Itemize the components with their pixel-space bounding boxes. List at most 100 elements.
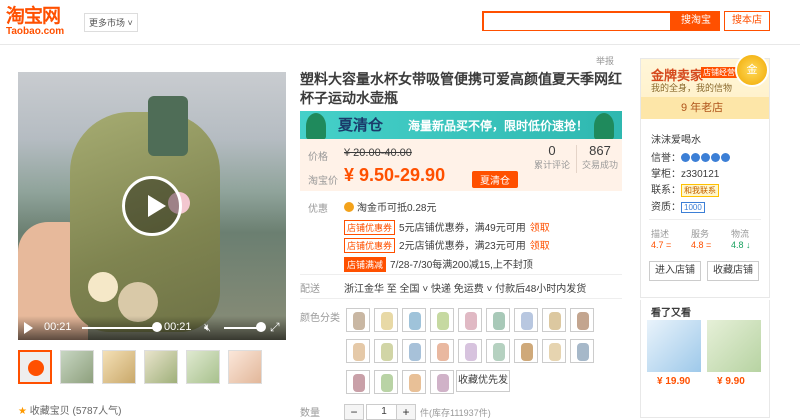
color-swatch[interactable] [374,370,398,394]
favorite-priority-ship-button[interactable]: 收藏优先发货 [456,370,510,392]
product-video[interactable]: 00:21 00:21 🔇︎ ⤢ [18,72,286,340]
score-logistics: 物流 4.8 ↓ [731,227,751,250]
thumbnail[interactable] [144,350,178,384]
review-count-label: 累计评论 [534,160,571,170]
color-swatch[interactable] [374,308,398,332]
more-markets-dropdown[interactable]: 更多市场 ˅ [84,13,138,32]
video-duration: 00:21 [164,321,192,333]
shop-name[interactable]: 沫沫爱喝水 [651,131,701,146]
fullscreen-icon[interactable]: ⤢ [270,320,280,335]
color-swatch[interactable] [486,339,510,363]
promo-label: 优惠 [308,204,328,215]
color-swatch[interactable] [430,370,454,394]
thumbnail[interactable] [186,350,220,384]
taobao-logo[interactable]: 淘宝网 Taobao.com [6,6,68,38]
original-price: ¥ 20.00-40.00 [344,147,412,159]
thumbnail[interactable] [102,350,136,384]
color-swatch[interactable] [542,339,566,363]
color-swatch[interactable] [402,370,426,394]
review-count[interactable]: 0 累计评论 [534,143,570,171]
swatch-image [409,312,421,330]
volume-bar[interactable] [224,327,260,329]
thumbnail[interactable] [228,350,262,384]
thumbnail[interactable] [60,350,94,384]
recommend-image[interactable] [707,320,761,372]
color-swatch[interactable] [430,339,454,363]
color-swatch[interactable] [402,339,426,363]
coupon-text: 5元店铺优惠券，满49元可用 [399,223,526,234]
price-box: 价格 ¥ 20.00-40.00 淘宝价 ¥ 9.50-29.90 夏清仓 0 累… [300,139,622,191]
color-swatch[interactable] [346,370,370,394]
quantity-label: 数量 [300,408,320,419]
thumbnail[interactable] [18,350,52,384]
color-swatch[interactable] [486,308,510,332]
favorite-store-button[interactable]: 收藏店铺 [707,261,759,281]
credit-icon [721,153,730,162]
clearance-banner[interactable]: 夏清仓 海量新品买不停，限时低价速抢！ [300,111,622,139]
qualification-label: 资质： [651,202,681,213]
swatch-image [409,343,421,361]
coupon-row[interactable]: 店铺优惠券 5元店铺优惠券，满49元可用 领取 [344,219,550,235]
search-taobao-button[interactable]: 搜淘宝 [672,11,720,31]
search-box[interactable] [482,11,672,31]
swatch-image [549,343,561,361]
shipping-label: 配送 [300,284,320,295]
color-swatch[interactable] [514,308,538,332]
sales-count: 867 交易成功 [582,143,618,171]
color-swatch[interactable] [514,339,538,363]
section-divider [300,298,622,299]
coupon-row[interactable]: 店铺优惠券 2元店铺优惠券，满23元可用 领取 [344,237,550,253]
color-swatch[interactable] [346,308,370,332]
qualification-badge[interactable]: 1000 [681,202,705,213]
color-swatch[interactable] [542,308,566,332]
score-label: 服务 [691,229,710,239]
coin-offer: 淘金币可抵0.28元 [344,199,436,214]
color-swatch[interactable] [570,308,594,332]
recommend-price[interactable]: ¥ 9.90 [717,376,745,387]
contact-me-button[interactable]: 和我联系 [681,184,719,197]
play-icon[interactable] [122,176,182,236]
play-small-icon[interactable] [24,322,33,334]
color-label: 颜色分类 [300,313,340,324]
sales-count-value: 867 [589,143,611,158]
section-divider [300,274,622,275]
coupon-tag: 店铺优惠券 [344,220,396,235]
enter-store-button[interactable]: 进入店铺 [649,261,701,281]
recommend-image[interactable] [647,320,701,372]
sale-price-label: 淘宝价 [308,176,338,187]
keeper-name[interactable]: z330121 [681,169,719,180]
banner-message: 海量新品买不停，限时低价速抢！ [408,119,589,133]
score-trend-icon: ↓ [746,240,751,250]
color-swatch[interactable] [458,308,482,332]
seller-card: 金牌卖家 店铺经营 我的全身，我的信物 金 9 年老店 沫沫爱喝水 信誉： 掌柜… [640,53,770,298]
gold-medal-icon: 金 [735,53,769,87]
store-age: 9 年老店 [641,97,769,119]
get-coupon-link[interactable]: 领取 [530,223,550,234]
video-progress-knob[interactable] [152,322,162,332]
color-swatch[interactable] [402,308,426,332]
top-bar: 淘宝网 Taobao.com 更多市场 ˅ 搜淘宝 搜本店 [0,0,800,44]
search-input[interactable] [484,13,670,30]
video-controls: 00:21 00:21 🔇︎ ⤢ [18,316,286,340]
color-swatch[interactable] [430,308,454,332]
get-coupon-link[interactable]: 领取 [530,241,550,252]
price-label: 价格 [308,152,328,163]
color-swatch[interactable] [458,339,482,363]
shipping-row[interactable]: 配送 浙江金华 至 全国 ˅ 快递 免运费 ˅ 付款后48小时内发货 [300,280,586,295]
thumbnail-strip [18,350,288,386]
logo-text-en: Taobao.com [6,26,65,37]
score-value: 4.8 [691,240,704,250]
swatch-image [549,312,561,330]
search-store-button[interactable]: 搜本店 [724,11,770,31]
video-progress-bar[interactable] [82,327,158,329]
report-link[interactable]: 举报 [596,54,614,67]
color-swatch[interactable] [346,339,370,363]
coin-icon [344,202,354,212]
favorite-item[interactable]: ★ 收藏宝贝 (5787人气) [18,402,121,417]
recommend-price[interactable]: ¥ 19.90 [657,376,690,387]
color-swatch[interactable] [570,339,594,363]
banner-tag: 夏清仓 [338,116,384,134]
color-swatch[interactable] [374,339,398,363]
volume-knob[interactable] [256,322,266,332]
mute-icon[interactable]: 🔇︎ [204,322,211,335]
